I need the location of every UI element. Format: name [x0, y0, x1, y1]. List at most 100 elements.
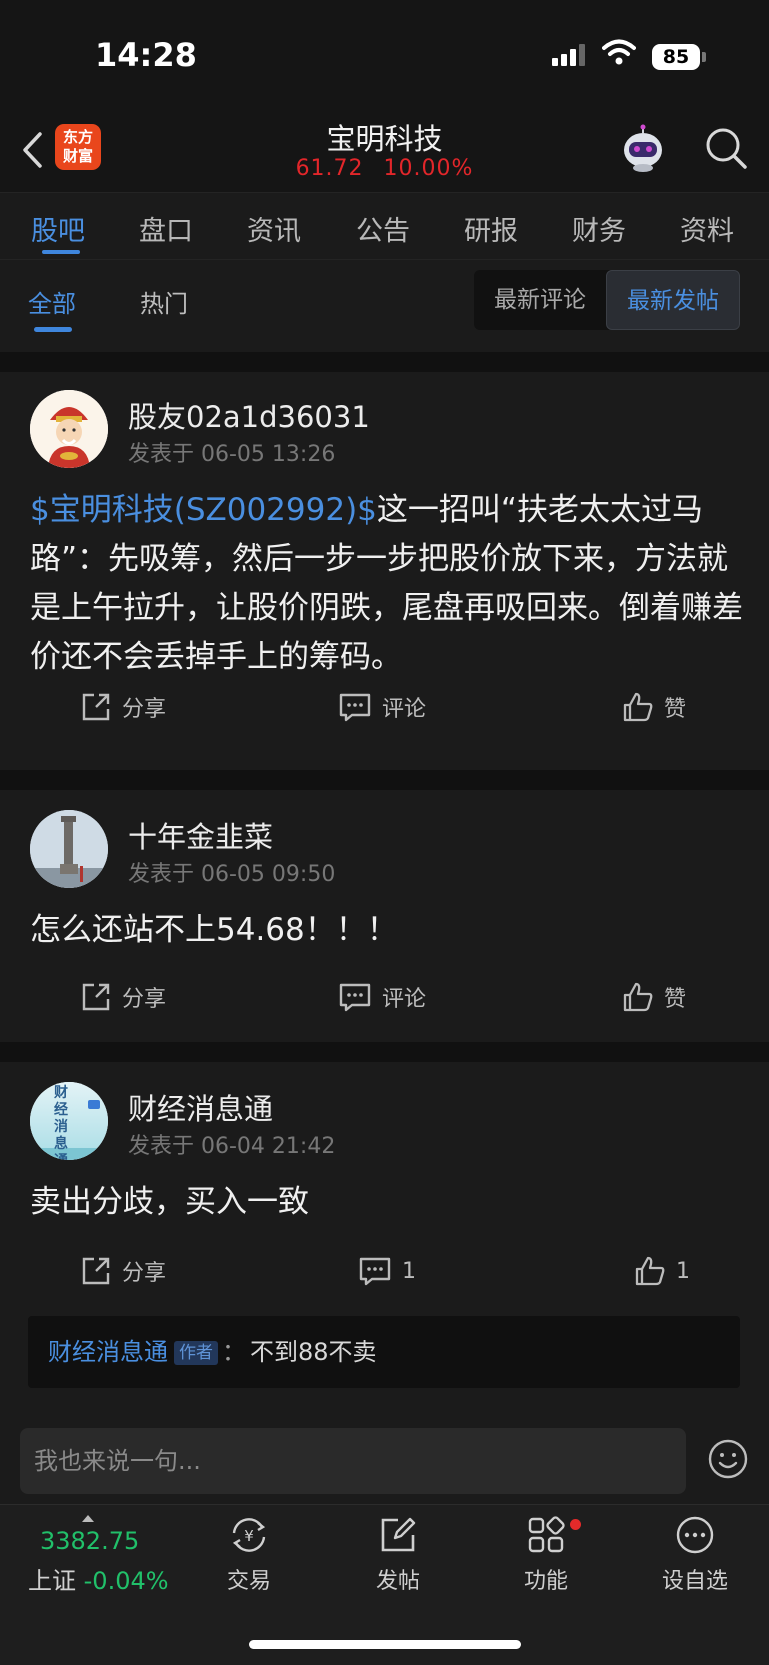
- comment-icon: [339, 693, 371, 722]
- tab-finance[interactable]: 财务: [572, 209, 626, 248]
- comment-button[interactable]: 评论: [338, 682, 426, 732]
- reply-separator: ：: [222, 1338, 246, 1366]
- stock-tag-link[interactable]: $宝明科技(SZ002992)$: [30, 492, 377, 528]
- divider: [0, 352, 769, 372]
- reply-text: 不到88不卖: [250, 1338, 377, 1366]
- index-name: 上证: [28, 1567, 76, 1595]
- wifi-icon: [602, 39, 636, 65]
- comment-input[interactable]: [20, 1428, 686, 1494]
- avatar[interactable]: [30, 390, 108, 468]
- post-author[interactable]: 股友02a1d36031: [128, 394, 370, 436]
- divider: [0, 1042, 769, 1062]
- post-actions: 分享 1 1: [0, 1246, 769, 1296]
- sub-tab-bar: 全部 热门 最新评论 最新发帖: [0, 260, 769, 352]
- tab-pankou[interactable]: 盘口: [139, 209, 193, 248]
- post-item[interactable]: 十年金韭菜 发表于 06-05 09:50 怎么还站不上54.68！！！ 分享 …: [0, 790, 769, 1042]
- nav-trade[interactable]: ¥ 交易: [194, 1515, 304, 1595]
- share-button[interactable]: 分享: [80, 1246, 166, 1296]
- status-bar: 14:28 85: [0, 0, 769, 110]
- nav-watchlist[interactable]: 设自选: [640, 1515, 750, 1595]
- like-button[interactable]: 1: [634, 1246, 690, 1296]
- comment-label: 评论: [382, 987, 427, 1012]
- share-button[interactable]: 分享: [80, 972, 166, 1022]
- like-count: 1: [676, 1258, 690, 1284]
- avatar[interactable]: 财经消息通: [30, 1082, 108, 1160]
- nav-functions[interactable]: 功能: [491, 1515, 601, 1595]
- post-time: 发表于 06-05 09:50: [128, 862, 336, 887]
- tab-announcements[interactable]: 公告: [356, 209, 410, 248]
- nav-post-label: 发帖: [375, 1569, 420, 1594]
- post-actions: 分享 评论 赞: [0, 682, 769, 732]
- author-badge: 作者: [174, 1341, 218, 1365]
- comment-button[interactable]: 1: [358, 1246, 416, 1296]
- avatar[interactable]: [30, 810, 108, 888]
- tab-research[interactable]: 研报: [464, 209, 518, 248]
- comment-button[interactable]: 评论: [338, 972, 426, 1022]
- thumbs-up-icon: [623, 692, 653, 722]
- index-value[interactable]: 3382.75: [40, 1527, 139, 1555]
- share-label: 分享: [122, 697, 167, 722]
- share-icon: [82, 983, 110, 1011]
- subtab-hot[interactable]: 热门: [140, 284, 188, 319]
- nav-watchlist-label: 设自选: [661, 1569, 728, 1594]
- cellular-signal-icon: [552, 44, 586, 66]
- post-item[interactable]: 股友02a1d36031 发表于 06-05 13:26 $宝明科技(SZ002…: [0, 372, 769, 770]
- tab-guba[interactable]: 股吧: [31, 209, 85, 248]
- more-circle-icon: [676, 1516, 714, 1554]
- index-ticker[interactable]: 上证 -0.04%: [28, 1561, 169, 1596]
- robot-assistant-icon[interactable]: [618, 124, 668, 174]
- trade-icon: ¥: [232, 1518, 266, 1552]
- avatar-text: 财经消息通: [54, 1085, 68, 1160]
- like-button[interactable]: 赞: [622, 682, 686, 732]
- comment-icon: [339, 983, 371, 1012]
- share-icon: [82, 1257, 110, 1285]
- reply-author[interactable]: 财经消息通: [48, 1338, 168, 1366]
- battery-indicator: 85: [652, 44, 700, 70]
- subtab-all[interactable]: 全部: [28, 284, 76, 319]
- share-label: 分享: [122, 1261, 167, 1286]
- like-label: 赞: [664, 697, 687, 722]
- stock-change-pct: 10.00%: [383, 156, 474, 181]
- like-label: 赞: [664, 987, 687, 1012]
- comment-count: 1: [402, 1258, 416, 1284]
- post-text[interactable]: 怎么还站不上54.68！！！: [30, 906, 745, 955]
- emoji-icon[interactable]: [707, 1438, 749, 1480]
- caishen-avatar-icon: [30, 390, 108, 468]
- compose-icon: [381, 1517, 416, 1552]
- notification-dot: [570, 1519, 581, 1530]
- sort-latest-comment-button[interactable]: 最新评论: [474, 270, 606, 330]
- svg-text:¥: ¥: [244, 1527, 254, 1545]
- share-icon: [82, 693, 110, 721]
- post-time: 发表于 06-05 13:26: [128, 442, 336, 467]
- main-tab-bar: 股吧 盘口 资讯 公告 研报 财务 资料: [0, 192, 769, 260]
- post-content[interactable]: $宝明科技(SZ002992)$这一招叫“扶老太太过马路”：先吸筹，然后一步一步…: [30, 486, 745, 682]
- share-button[interactable]: 分享: [80, 682, 166, 732]
- post-author[interactable]: 财经消息通: [128, 1086, 273, 1128]
- active-subtab-indicator: [34, 327, 72, 332]
- tab-profile[interactable]: 资料: [680, 209, 734, 248]
- search-icon[interactable]: [704, 126, 748, 170]
- comment-label: 评论: [382, 697, 427, 722]
- status-time: 14:28: [95, 36, 197, 74]
- expand-caret-icon[interactable]: [82, 1515, 94, 1522]
- divider: [0, 770, 769, 790]
- like-button[interactable]: 赞: [622, 972, 686, 1022]
- reply-preview[interactable]: 财经消息通 作者：不到88不卖: [28, 1316, 740, 1388]
- nav-post[interactable]: 发帖: [343, 1515, 453, 1595]
- sort-toggle: 最新评论 最新发帖: [474, 270, 740, 330]
- grid-apps-icon: [528, 1516, 565, 1553]
- post-author[interactable]: 十年金韭菜: [128, 814, 273, 856]
- tower-photo-icon: [30, 810, 108, 888]
- stock-header: 东方 财富 宝明科技 61.72 10.00%: [0, 110, 769, 192]
- post-text[interactable]: 卖出分歧，买入一致: [30, 1178, 745, 1227]
- index-change: -0.04%: [83, 1567, 169, 1595]
- share-label: 分享: [122, 987, 167, 1012]
- comment-icon: [359, 1257, 391, 1286]
- post-actions: 分享 评论 赞: [0, 972, 769, 1022]
- tab-news[interactable]: 资讯: [247, 209, 301, 248]
- thumbs-up-icon: [635, 1256, 665, 1286]
- home-indicator[interactable]: [249, 1640, 521, 1649]
- thumbs-up-icon: [623, 982, 653, 1012]
- sort-latest-post-button[interactable]: 最新发帖: [606, 270, 740, 330]
- nav-trade-label: 交易: [226, 1569, 271, 1594]
